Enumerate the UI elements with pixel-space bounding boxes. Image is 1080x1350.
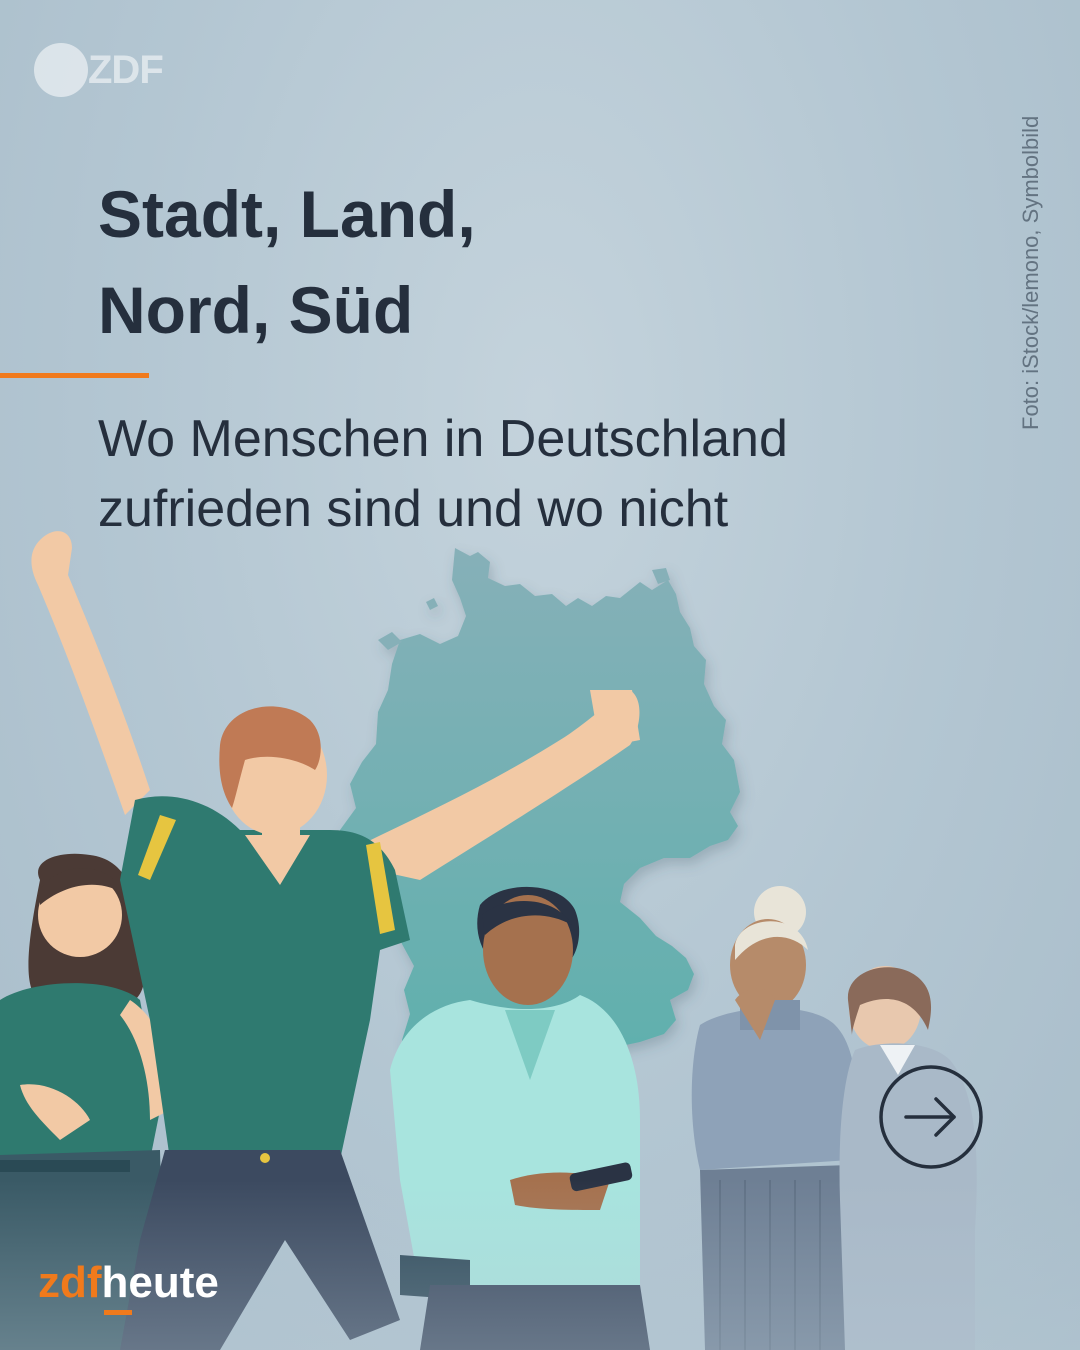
accent-divider — [0, 373, 149, 378]
headline-line-1: Stadt, Land, — [98, 177, 476, 251]
headline-line-2: Nord, Süd — [98, 273, 414, 347]
subheadline-line-1: Wo Menschen in Deutschland — [98, 410, 788, 468]
next-button[interactable] — [878, 1064, 984, 1170]
photo-credit: Foto: iStock/lemono, Symbolbild — [1016, 40, 1046, 430]
headline: Stadt, Land, Nord, Süd — [98, 166, 798, 358]
arrow-right-circle-icon — [879, 1065, 983, 1169]
zdfheute-logo: zdfheute — [38, 1258, 219, 1318]
brand-zdf: zdf — [38, 1258, 102, 1307]
illustration — [0, 531, 1080, 1350]
subheadline: Wo Menschen in Deutschland zufrieden sin… — [98, 404, 998, 544]
photo-credit-text: Foto: iStock/lemono, Symbolbild — [1018, 115, 1043, 430]
zdf-logo-disc-icon — [34, 43, 88, 97]
zdf-logo-text: ZDF — [88, 48, 164, 92]
social-card: ZDF Stadt, Land, Nord, Süd Wo Menschen i… — [0, 0, 1080, 1350]
brand-heute: heute — [101, 1258, 219, 1307]
zdf-logo: ZDF — [30, 40, 164, 100]
